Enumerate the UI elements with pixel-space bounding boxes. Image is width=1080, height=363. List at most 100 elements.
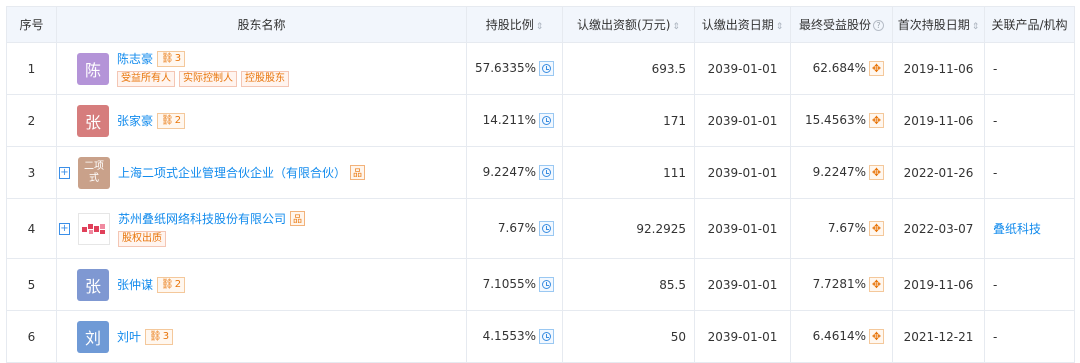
shareholder-name-link[interactable]: 张家豪 — [117, 112, 153, 129]
shareholder-cell: + 苏州叠纸网络科技股份有限公司 品 股权出质 — [56, 198, 467, 259]
ultimate-cell: 62.684% ✥ — [790, 42, 893, 95]
table-row: 3 + 二项式 上海二项式企业管理合伙企业（有限合伙） 品 9.2247% 11… — [6, 146, 1075, 199]
table-row: 5 张 张仲谋 ⛓ 2 7.1055% 85.5 2039-01-01 7.728… — [6, 258, 1075, 311]
shareholder-cell: 张 张仲谋 ⛓ 2 — [56, 258, 467, 311]
related-companies-badge[interactable]: ⛓ 3 — [157, 50, 186, 67]
ratio-cell: 7.1055% — [466, 258, 563, 311]
header-related: 关联产品/机构 — [984, 6, 1075, 43]
shareholder-name-link[interactable]: 刘叶 — [117, 328, 141, 345]
shareholder-name-link[interactable]: 苏州叠纸网络科技股份有限公司 — [118, 210, 286, 227]
table-header-row: 序号 股东名称 持股比例 ⇕ 认缴出资额(万元) ⇕ 认缴出资日期 ⇕ 最终受益股份?… — [6, 6, 1075, 43]
company-logo — [78, 212, 110, 245]
date-cell: 2039-01-01 — [694, 94, 791, 147]
tag-controlling-shareholder[interactable]: 控股股东 — [241, 71, 289, 87]
expand-button[interactable]: + — [59, 222, 70, 235]
related-cell: - — [984, 310, 1075, 363]
header-subscribed[interactable]: 认缴出资额(万元) ⇕ — [562, 6, 695, 43]
shareholder-table: 序号 股东名称 持股比例 ⇕ 认缴出资额(万元) ⇕ 认缴出资日期 ⇕ 最终受益股份?… — [6, 6, 1075, 363]
header-date[interactable]: 认缴出资日期 ⇕ — [694, 6, 791, 43]
row-index: 2 — [6, 94, 57, 147]
related-cell: - — [984, 42, 1075, 95]
date-cell: 2039-01-01 — [694, 310, 791, 363]
tag-equity-pledge[interactable]: 股权出质 — [118, 231, 166, 247]
row-index: 1 — [6, 42, 57, 95]
shareholder-cell: + 二项式 上海二项式企业管理合伙企业（有限合伙） 品 — [56, 146, 467, 199]
date-cell: 2039-01-01 — [694, 198, 791, 259]
history-clock-icon[interactable] — [539, 113, 554, 128]
subscribed-cell: 111 — [562, 146, 695, 199]
shareholder-table-wrapper: 序号 股东名称 持股比例 ⇕ 认缴出资额(万元) ⇕ 认缴出资日期 ⇕ 最终受益股份?… — [6, 6, 1075, 363]
related-companies-badge[interactable]: ⛓ 3 — [145, 328, 174, 345]
related-companies-badge[interactable]: ⛓ 2 — [157, 112, 186, 129]
avatar: 刘 — [77, 320, 109, 353]
first-date-cell: 2019-11-06 — [892, 42, 985, 95]
sort-icon[interactable]: ⇕ — [776, 22, 784, 32]
ratio-cell: 7.67% — [466, 198, 563, 259]
equity-path-icon[interactable]: ✥ — [869, 61, 884, 76]
related-cell: - — [984, 146, 1075, 199]
shareholder-cell: 张 张家豪 ⛓ 2 — [56, 94, 467, 147]
link-icon: ⛓ — [161, 279, 174, 290]
related-cell: - — [984, 258, 1075, 311]
date-cell: 2039-01-01 — [694, 146, 791, 199]
history-clock-icon[interactable] — [539, 221, 554, 236]
related-cell: 叠纸科技 — [984, 198, 1075, 259]
shareholder-name-link[interactable]: 陈志豪 — [117, 50, 153, 67]
subscribed-cell: 50 — [562, 310, 695, 363]
ratio-cell: 14.211% — [466, 94, 563, 147]
first-date-cell: 2019-11-06 — [892, 258, 985, 311]
equity-path-icon[interactable]: ✥ — [869, 221, 884, 236]
equity-path-icon[interactable]: ✥ — [869, 277, 884, 292]
ratio-cell: 4.1553% — [466, 310, 563, 363]
date-cell: 2039-01-01 — [694, 42, 791, 95]
first-date-cell: 2022-01-26 — [892, 146, 985, 199]
row-index: 4 — [6, 198, 57, 259]
expand-button[interactable]: + — [59, 166, 70, 179]
equity-path-icon[interactable]: ✥ — [869, 165, 884, 180]
history-clock-icon[interactable] — [539, 165, 554, 180]
help-icon[interactable]: ? — [873, 20, 884, 31]
history-clock-icon[interactable] — [539, 61, 554, 76]
table-row: 1 陈 陈志豪 ⛓ 3 受益所有人 实际控制人 控股股东 57.6335% 69… — [6, 42, 1075, 95]
equity-path-icon[interactable]: ✥ — [869, 113, 884, 128]
shareholder-cell: 陈 陈志豪 ⛓ 3 受益所有人 实际控制人 控股股东 — [56, 42, 467, 95]
table-row: 2 张 张家豪 ⛓ 2 14.211% 171 2039-01-01 15.456… — [6, 94, 1075, 147]
header-idx: 序号 — [6, 6, 57, 43]
related-product-link[interactable]: 叠纸科技 — [993, 222, 1041, 236]
header-ratio[interactable]: 持股比例 ⇕ — [466, 6, 563, 43]
shareholder-cell: 刘 刘叶 ⛓ 3 — [56, 310, 467, 363]
ultimate-cell: 7.7281% ✥ — [790, 258, 893, 311]
tag-beneficial-owner[interactable]: 受益所有人 — [117, 71, 175, 87]
table-row: 6 刘 刘叶 ⛓ 3 4.1553% 50 2039-01-01 6.4614% ✥… — [6, 310, 1075, 363]
link-icon: ⛓ — [161, 115, 174, 126]
related-cell: - — [984, 94, 1075, 147]
header-first-date[interactable]: 首次持股日期 ⇕ — [892, 6, 985, 43]
date-cell: 2039-01-01 — [694, 258, 791, 311]
shareholder-name-link[interactable]: 张仲谋 — [117, 276, 153, 293]
shareholder-name-link[interactable]: 上海二项式企业管理合伙企业（有限合伙） — [118, 164, 346, 181]
sort-icon[interactable]: ⇕ — [972, 22, 980, 32]
avatar: 陈 — [77, 52, 109, 85]
org-structure-icon[interactable]: 品 — [350, 165, 366, 180]
org-structure-icon[interactable]: 品 — [290, 211, 306, 226]
ultimate-cell: 6.4614% ✥ — [790, 310, 893, 363]
tag-actual-controller[interactable]: 实际控制人 — [179, 71, 237, 87]
header-ultimate: 最终受益股份? — [790, 6, 893, 43]
history-clock-icon[interactable] — [539, 277, 554, 292]
sort-icon[interactable]: ⇕ — [536, 22, 544, 32]
ultimate-cell: 15.4563% ✥ — [790, 94, 893, 147]
row-index: 6 — [6, 310, 57, 363]
history-clock-icon[interactable] — [539, 329, 554, 344]
subscribed-cell: 85.5 — [562, 258, 695, 311]
subscribed-cell: 171 — [562, 94, 695, 147]
ultimate-cell: 7.67% ✥ — [790, 198, 893, 259]
equity-path-icon[interactable]: ✥ — [869, 329, 884, 344]
related-companies-badge[interactable]: ⛓ 2 — [157, 276, 186, 293]
table-row: 4 + 苏州叠纸网络科技股份有限公司 品 股权出质 7.67% 92.2925 … — [6, 198, 1075, 259]
ratio-cell: 9.2247% — [466, 146, 563, 199]
row-index: 5 — [6, 258, 57, 311]
avatar: 张 — [77, 104, 109, 137]
sort-icon[interactable]: ⇕ — [672, 22, 680, 32]
avatar: 张 — [77, 268, 109, 301]
subscribed-cell: 693.5 — [562, 42, 695, 95]
